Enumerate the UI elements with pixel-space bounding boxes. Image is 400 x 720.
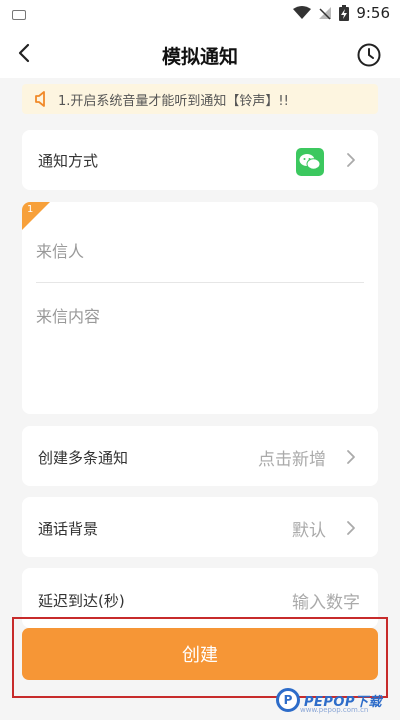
keyboard-icon: [12, 10, 26, 20]
wechat-bubbles-icon: [299, 154, 321, 170]
watermark-url: www.pepop.com.cn: [300, 706, 369, 714]
call-background-value: 默认: [292, 521, 326, 541]
call-background-row[interactable]: 通话背景 默认: [22, 497, 378, 557]
no-signal-icon: [319, 7, 332, 20]
multi-notify-row[interactable]: 创建多条通知 点击新增: [22, 426, 378, 486]
notice-text: 1.开启系统音量才能听到通知【铃声】!!: [58, 93, 289, 109]
chevron-right-icon: [347, 450, 355, 464]
nav-bar: 模拟通知: [0, 30, 400, 78]
watermark-logo-icon: P: [276, 688, 300, 712]
multi-notify-value: 点击新增: [258, 450, 326, 470]
page-title: 模拟通知: [161, 46, 238, 68]
delay-input[interactable]: 输入数字: [292, 588, 360, 613]
wifi-icon: [293, 6, 312, 19]
battery-charging-icon: [339, 5, 350, 21]
clock-icon[interactable]: [356, 42, 382, 68]
volume-notice: 1.开启系统音量才能听到通知【铃声】!!: [22, 84, 378, 114]
notify-method-label: 通知方式: [38, 152, 99, 170]
sender-input[interactable]: 来信人: [36, 238, 84, 262]
message-card: 1 来信人 来信内容: [22, 202, 378, 414]
status-bar: 9:56: [0, 0, 400, 30]
status-icons: 9:56: [293, 4, 390, 22]
content-input[interactable]: 来信内容: [36, 303, 100, 327]
wechat-icon: [296, 148, 324, 176]
create-button-label: 创建: [182, 645, 218, 666]
status-time: 9:56: [356, 4, 390, 22]
chevron-right-icon: [347, 153, 355, 167]
call-background-label: 通话背景: [38, 520, 99, 538]
create-button[interactable]: 创建: [22, 628, 378, 680]
delay-label: 延迟到达(秒): [38, 592, 125, 610]
message-index-number: 1: [27, 204, 34, 215]
field-divider: [36, 282, 364, 283]
speaker-icon: [35, 91, 45, 107]
multi-notify-label: 创建多条通知: [38, 449, 129, 467]
chevron-right-icon: [347, 521, 355, 535]
notify-method-row[interactable]: 通知方式: [22, 130, 378, 190]
